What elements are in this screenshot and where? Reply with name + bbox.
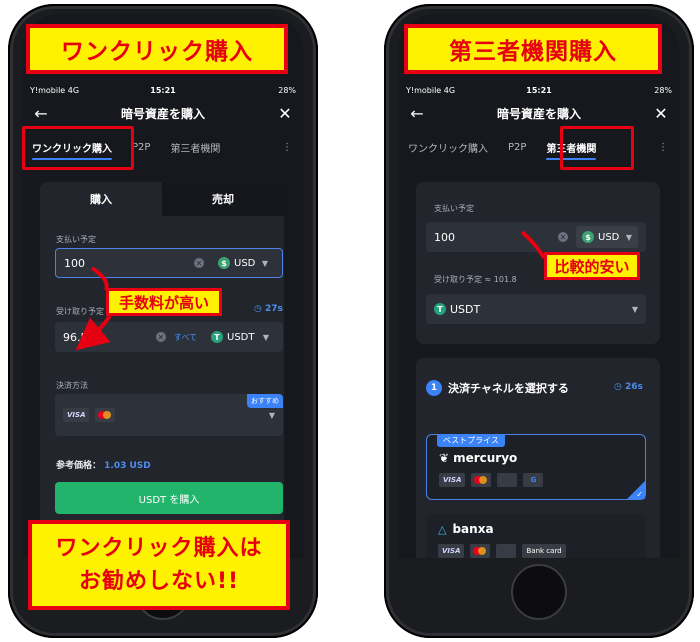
arrow-to-pay-field [90, 266, 109, 291]
arrow-to-receive-field [75, 314, 112, 351]
arrow-to-third-party-field [520, 230, 546, 260]
warning-line-2: お勧めしない!! [78, 569, 240, 594]
warning-line-1: ワンクリック購入は [55, 536, 263, 561]
annotation-warning: ワンクリック購入は お勧めしない!! [28, 520, 290, 610]
